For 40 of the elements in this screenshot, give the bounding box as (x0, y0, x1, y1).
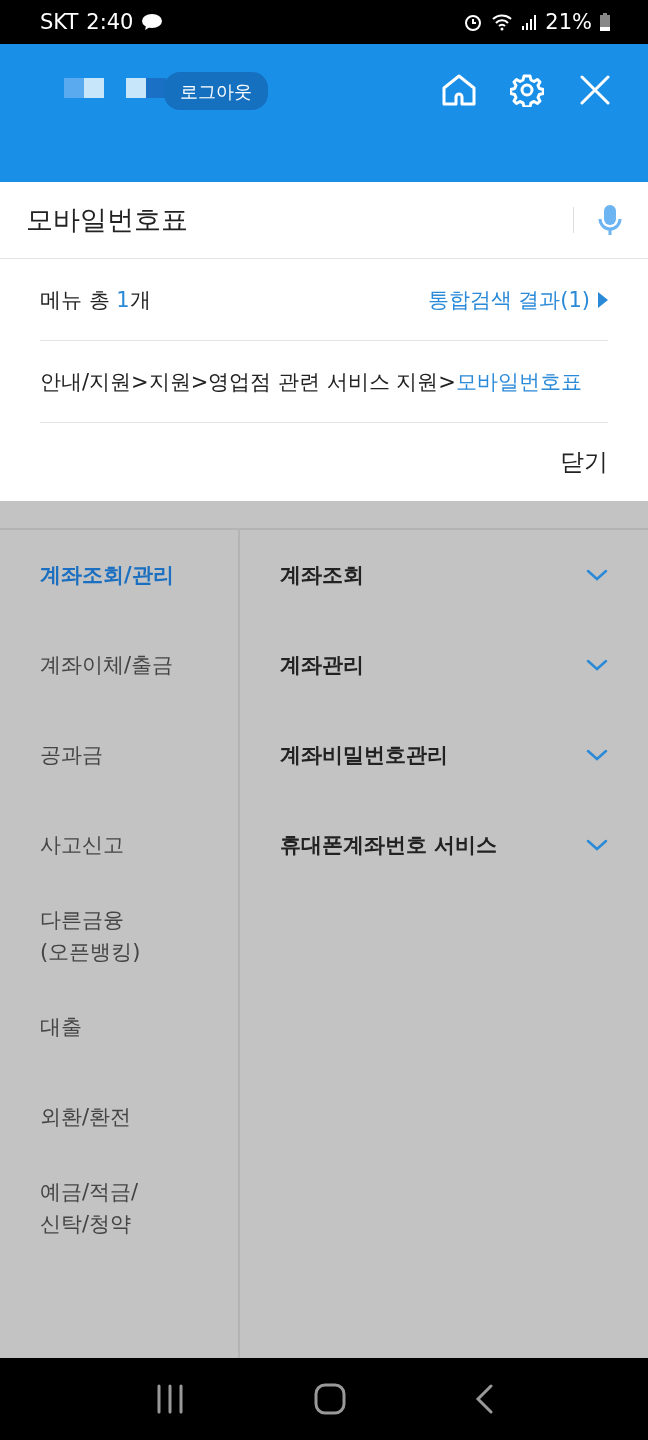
category-tab[interactable]: 다른금융 (오픈뱅킹) (0, 890, 238, 982)
signal-icon (521, 13, 538, 31)
wifi-icon (491, 13, 514, 31)
settings-icon (510, 73, 544, 107)
logout-button[interactable]: 로그아웃 (164, 72, 268, 110)
submenu-item[interactable]: 휴대폰계좌번호 서비스 (280, 800, 608, 890)
home-nav-icon (314, 1383, 346, 1415)
chevron-down-icon (586, 749, 608, 761)
microphone-icon[interactable] (598, 204, 622, 236)
clock-time: 2:40 (86, 10, 134, 34)
category-tab[interactable]: 외환/환전 (0, 1072, 238, 1162)
battery-icon (600, 13, 610, 31)
close-results-button[interactable]: 닫기 (560, 446, 608, 478)
chevron-down-icon (586, 839, 608, 851)
chevron-down-icon (586, 569, 608, 581)
home-icon (441, 73, 477, 107)
category-tab[interactable]: 대출 (0, 982, 238, 1072)
search-input[interactable]: 모바일번호표 (26, 204, 573, 236)
search-field[interactable]: 모바일번호표 (0, 182, 648, 259)
back-button[interactable] (475, 1384, 494, 1414)
battery-percent: 21% (545, 10, 592, 34)
category-tab[interactable]: 계좌조회/관리 (0, 530, 238, 620)
submenu-item[interactable]: 계좌관리 (280, 620, 608, 710)
submenu-item[interactable]: 계좌비밀번호관리 (280, 710, 608, 800)
category-tab[interactable]: 공과금 (0, 710, 238, 800)
menu-count: 메뉴 총 1개 (40, 286, 151, 314)
back-icon (475, 1384, 494, 1414)
category-tab[interactable]: 예금/적금/ 신탁/청약 (0, 1162, 238, 1254)
play-arrow-icon (598, 291, 608, 308)
submenu-item[interactable]: 계좌조회 (280, 530, 608, 620)
result-path-link[interactable]: 안내/지원>지원>영업점 관련 서비스 지원>모바일번호표 (40, 367, 582, 396)
chevron-down-icon (586, 659, 608, 671)
all-results-link[interactable]: 통합검색 결과(1) (427, 285, 608, 314)
category-tab[interactable]: 계좌이체/출금 (0, 620, 238, 710)
carrier-name: SKT (40, 10, 79, 34)
close-icon (580, 75, 610, 105)
alarm-icon (463, 12, 484, 32)
message-icon (141, 13, 164, 31)
home-nav-button[interactable] (314, 1383, 346, 1415)
category-tab[interactable]: 사고신고 (0, 800, 238, 890)
